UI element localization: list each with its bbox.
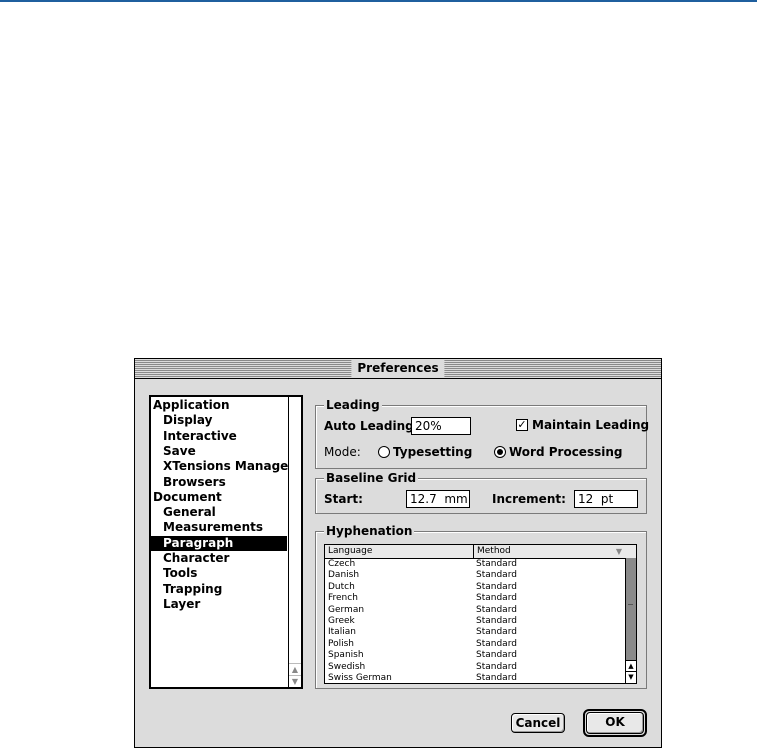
increment-label: Increment: [492,492,566,506]
start-field[interactable]: 12.7 mm [406,490,470,508]
language-cell: Polish [328,638,355,649]
category-scrollbar[interactable]: ▲ ▼ [288,397,301,687]
category-item[interactable]: General [151,505,287,520]
baseline-grid-legend: Baseline Grid [324,470,419,486]
method-cell: Standard [476,581,517,592]
preferences-dialog: Preferences Application Display Interactiv… [134,358,662,748]
category-item[interactable]: Browsers [151,475,287,490]
leading-group: Leading Auto Leading: 20% ✓ Maintain Lea… [315,397,650,469]
language-cell: Italian [328,627,356,638]
language-cell: Danish [328,570,360,581]
table-row[interactable]: Swiss German Standard [325,673,625,683]
category-item[interactable]: Trapping [151,582,287,597]
language-cell: Swedish [328,661,366,672]
category-item[interactable]: Document [151,490,287,505]
table-scrollbar[interactable]: ▲ ▼ [625,558,636,683]
method-cell: Standard [476,627,517,638]
method-cell: Standard [476,673,517,683]
checkmark-icon: ✓ [517,418,527,431]
category-item[interactable]: Measurements [151,520,287,535]
method-cell: Standard [476,559,517,569]
table-row[interactable]: German Standard [325,605,625,616]
table-row[interactable]: French Standard [325,593,625,604]
column-header-language[interactable]: Language [325,545,473,558]
method-cell: Standard [476,616,517,626]
scroll-grip-icon [628,604,633,605]
hyphenation-table[interactable]: Language Method ▼ Czech Standard Danish Sta… [324,544,637,684]
ok-button-ring: OK [583,709,647,737]
category-item[interactable]: Layer [151,597,287,612]
word-processing-radio[interactable] [494,446,506,458]
category-item[interactable]: Tools [151,566,287,581]
cancel-button[interactable]: Cancel [511,713,565,733]
language-cell: Dutch [328,581,355,592]
category-items: Application Display Interactive Save XTensio… [151,397,294,687]
word-processing-label: Word Processing [509,445,623,459]
table-row[interactable]: Greek Standard [325,616,625,627]
typesetting-label: Typesetting [393,445,473,459]
hyphenation-legend: Hyphenation [324,523,415,539]
table-row[interactable]: Polish Standard [325,639,625,650]
table-row[interactable]: Swedish Standard [325,662,625,673]
table-row[interactable]: Czech Standard [325,559,625,570]
language-cell: Spanish [328,650,364,661]
method-cell: Standard [476,650,517,661]
dialog-title: Preferences [351,360,445,377]
ok-button[interactable]: OK [586,712,644,734]
sort-triangle-icon[interactable]: ▼ [616,545,622,558]
table-row[interactable]: Dutch Standard [325,582,625,593]
scroll-down-icon[interactable]: ▼ [626,671,636,683]
table-row[interactable]: Spanish Standard [325,650,625,661]
category-list[interactable]: Application Display Interactive Save XTensio… [149,395,303,689]
method-cell: Standard [476,638,517,649]
language-cell: Czech [328,559,356,569]
increment-field[interactable]: 12 pt [574,490,638,508]
language-cell: Swiss German [328,673,392,683]
auto-leading-label: Auto Leading: [324,419,419,433]
category-item[interactable]: Character [151,551,287,566]
start-label: Start: [324,492,363,506]
table-row[interactable]: Italian Standard [325,627,625,638]
mode-label: Mode: [324,445,361,459]
baseline-grid-group: Baseline Grid Start: 12.7 mm Increment: … [315,470,647,514]
column-header-method[interactable]: Method [473,545,636,558]
title-bar[interactable]: Preferences [135,359,661,379]
category-item[interactable]: XTensions Manager [151,459,294,474]
typesetting-radio[interactable] [378,446,390,458]
scroll-down-icon[interactable]: ▼ [289,675,301,687]
table-row[interactable]: Danish Standard [325,570,625,581]
scroll-up-icon[interactable]: ▲ [289,663,301,675]
category-item[interactable]: Application [151,398,287,413]
table-header: Language Method ▼ [325,545,636,559]
method-cell: Standard [476,570,517,581]
method-cell: Standard [476,604,517,615]
method-cell: Standard [476,661,517,672]
category-item[interactable]: Display [151,413,287,428]
category-item[interactable]: Interactive [151,429,287,444]
language-cell: Greek [328,616,355,626]
language-cell: German [328,604,365,615]
leading-legend: Leading [324,397,382,413]
hyphenation-group: Hyphenation Language Method ▼ Czech Stand… [315,523,647,689]
top-rule [0,0,757,2]
maintain-leading-label: Maintain Leading [532,418,650,432]
method-cell: Standard [476,593,517,604]
category-item[interactable]: Save [151,444,287,459]
category-item[interactable]: Paragraph [151,535,287,551]
language-cell: French [328,593,358,604]
maintain-leading-checkbox[interactable]: ✓ [516,419,528,431]
auto-leading-field[interactable]: 20% [411,417,471,435]
